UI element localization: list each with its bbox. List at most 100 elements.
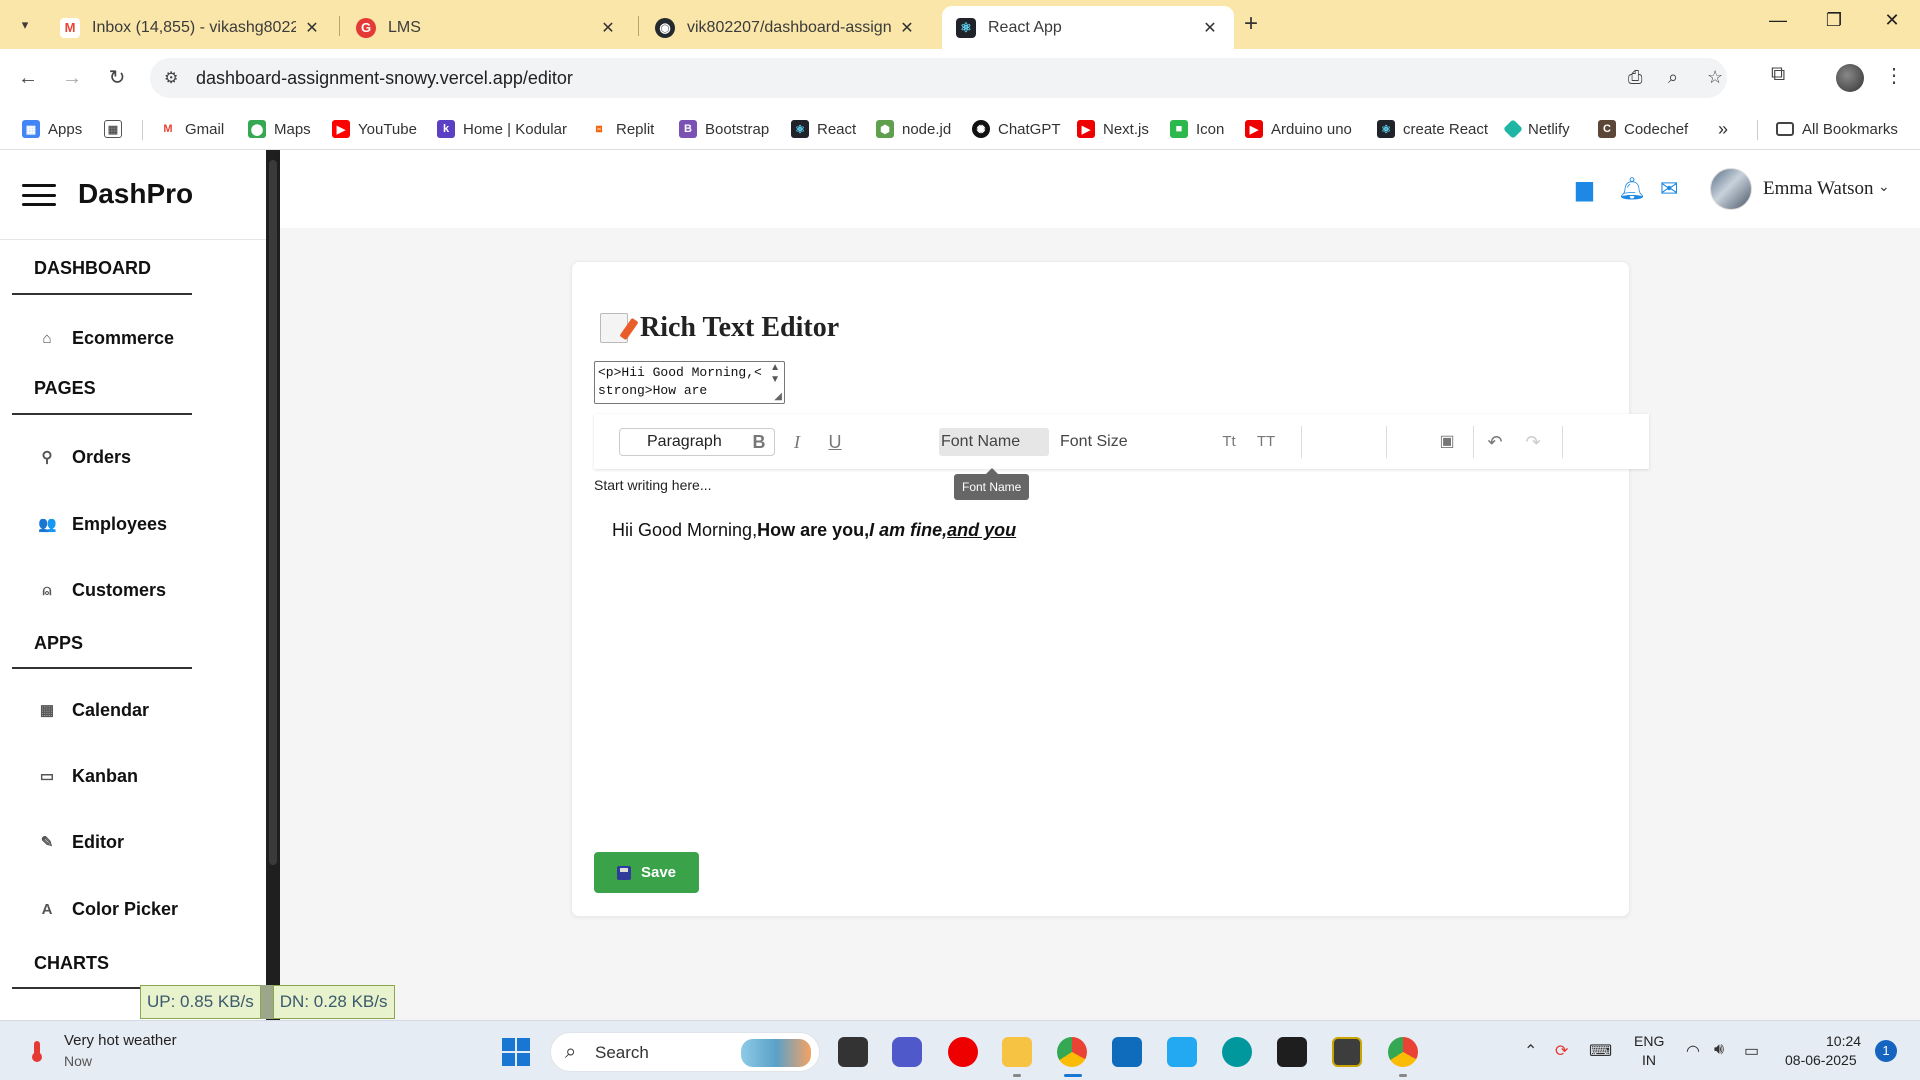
save-button[interactable]: Save xyxy=(594,852,699,893)
bookmark-netlify[interactable]: Netlify xyxy=(1503,116,1570,142)
file-explorer-icon[interactable] xyxy=(1002,1037,1032,1067)
font-size-select[interactable]: Font Size xyxy=(1060,428,1128,456)
hamburger-menu-icon[interactable] xyxy=(22,184,56,206)
address-bar[interactable]: ⚙ dashboard-assignment-snowy.vercel.app/… xyxy=(150,58,1727,98)
keyboard-icon[interactable]: ⌨ xyxy=(1589,1041,1612,1061)
taskbar-search[interactable]: ⌕ Search xyxy=(550,1032,820,1072)
weather-subtitle[interactable]: Now xyxy=(64,1053,92,1069)
sidebar-item-color-picker[interactable]: A Color Picker xyxy=(38,894,178,924)
scroll-down-icon[interactable]: ▼ xyxy=(770,374,780,385)
brand-logo[interactable]: DashPro xyxy=(78,178,193,210)
bold-icon[interactable]: B xyxy=(746,429,772,455)
tab-lms[interactable]: G LMS ✕ xyxy=(342,6,632,49)
bookmark-star-icon[interactable]: ☆ xyxy=(1707,67,1723,88)
language-region[interactable]: IN xyxy=(1642,1052,1656,1068)
new-tab-plus-icon[interactable]: + xyxy=(1244,10,1258,38)
chrome-icon[interactable] xyxy=(1057,1037,1087,1067)
undo-icon[interactable]: ↶ xyxy=(1482,429,1508,455)
bookmark-create-react[interactable]: ⚛ create React xyxy=(1377,116,1488,142)
tab-gmail[interactable]: M Inbox (14,855) - vikashg802207 ✕ xyxy=(46,6,336,49)
sidebar-item-calendar[interactable]: ▦ Calendar xyxy=(38,695,149,725)
scroll-up-icon[interactable]: ▲ xyxy=(770,362,780,373)
forward-arrow-icon[interactable]: → xyxy=(58,64,86,92)
more-bookmarks-chevron-icon[interactable]: » xyxy=(1718,116,1728,142)
arduino-icon[interactable] xyxy=(1222,1037,1252,1067)
battery-icon[interactable]: ▭ xyxy=(1744,1041,1759,1061)
clock-time[interactable]: 10:24 xyxy=(1826,1033,1861,1049)
bookmark-nodejs[interactable]: ⬢ node.jd xyxy=(876,116,951,142)
weather-title[interactable]: Very hot weather xyxy=(64,1032,177,1049)
figma-icon[interactable] xyxy=(1277,1037,1307,1067)
editor-content-area[interactable]: Hii Good Morning,How are you,I am fine,a… xyxy=(594,506,1624,686)
notification-count-badge[interactable]: 1 xyxy=(1875,1040,1897,1062)
cart-icon[interactable]: ▆ xyxy=(1576,176,1593,202)
bookmark-maps[interactable]: ⬤ Maps xyxy=(248,116,311,142)
resize-grip-icon[interactable]: ◢ xyxy=(774,391,782,402)
sidebar-item-orders[interactable]: ⚲ Orders xyxy=(38,442,132,472)
font-name-select[interactable]: Font Name xyxy=(939,428,1049,456)
restore-icon[interactable]: ❐ xyxy=(1814,10,1854,31)
underline-icon[interactable]: U xyxy=(822,429,848,455)
bookmark-kodular[interactable]: k Home | Kodular xyxy=(437,116,567,142)
sidebar-scrollbar-thumb[interactable] xyxy=(269,160,277,865)
site-settings-icon[interactable]: ⚙ xyxy=(164,68,178,88)
browser-profile-avatar[interactable] xyxy=(1836,64,1864,92)
back-arrow-icon[interactable]: ← xyxy=(14,64,42,92)
close-icon[interactable]: ✕ xyxy=(1200,18,1220,38)
redo-icon[interactable]: ↷ xyxy=(1520,429,1546,455)
chrome-profile-icon[interactable] xyxy=(1388,1037,1418,1067)
store-icon[interactable] xyxy=(1112,1037,1142,1067)
bookmark-apps[interactable]: ▦ Apps xyxy=(22,116,82,142)
teams-icon[interactable] xyxy=(892,1037,922,1067)
reload-icon[interactable]: ↻ xyxy=(103,64,131,92)
clock-date[interactable]: 08-06-2025 xyxy=(1785,1052,1857,1068)
bookmark-replit[interactable]: ⧈ Replit xyxy=(590,116,654,142)
sidebar-item-employees[interactable]: 👥 Employees xyxy=(38,509,167,539)
wifi-icon[interactable]: ◠ xyxy=(1686,1041,1700,1061)
bookmark-react[interactable]: ⚛ React xyxy=(791,116,856,142)
minimize-icon[interactable]: — xyxy=(1758,10,1798,31)
notification-bell-icon[interactable]: 🔔︎ xyxy=(1618,176,1646,202)
language-indicator[interactable]: ENG xyxy=(1634,1033,1664,1049)
volume-icon[interactable]: 🔊︎ xyxy=(1714,1041,1724,1059)
html-source-text[interactable]: <p>Hii Good Morning,<strong>How are xyxy=(598,364,766,400)
url-text[interactable]: dashboard-assignment-snowy.vercel.app/ed… xyxy=(196,68,573,89)
bookmark-arduino[interactable]: ▶ Arduino uno xyxy=(1245,116,1352,142)
italic-icon[interactable]: I xyxy=(784,429,810,455)
avatar[interactable] xyxy=(1710,168,1752,210)
extensions-icon[interactable]: ⧉ xyxy=(1771,63,1785,86)
close-icon[interactable]: ✕ xyxy=(302,18,322,38)
user-name[interactable]: Emma Watson xyxy=(1763,178,1874,200)
task-view-icon[interactable] xyxy=(838,1037,868,1067)
mail-icon[interactable]: ✉ xyxy=(1660,176,1678,202)
vscode-icon[interactable] xyxy=(1167,1037,1197,1067)
sidebar-item-customers[interactable]: ⍝ Customers xyxy=(38,575,166,605)
bookmark-youtube[interactable]: ▶ YouTube xyxy=(332,116,417,142)
close-icon[interactable]: ✕ xyxy=(598,18,618,38)
bookmark-chatgpt[interactable]: ✺ ChatGPT xyxy=(972,116,1061,142)
tab-github[interactable]: ◉ vik802207/dashboard-assignme ✕ xyxy=(641,6,931,49)
windows-start-icon[interactable] xyxy=(502,1038,530,1066)
app-icon[interactable] xyxy=(1332,1037,1362,1067)
browser-menu-icon[interactable]: ⋮ xyxy=(1884,63,1904,88)
html-source-textarea[interactable]: <p>Hii Good Morning,<strong>How are ▲ ▼ … xyxy=(594,361,785,404)
sync-icon[interactable]: ⟳ xyxy=(1555,1041,1568,1061)
bookmark-codechef[interactable]: C Codechef xyxy=(1598,116,1688,142)
chevron-down-icon[interactable]: ⌄ xyxy=(1878,178,1890,195)
chevron-up-icon[interactable]: ⌃ xyxy=(1524,1041,1537,1061)
sidebar-item-kanban[interactable]: ▭ Kanban xyxy=(38,761,138,791)
install-app-icon[interactable]: ⎙ xyxy=(1628,67,1642,88)
opera-icon[interactable] xyxy=(948,1037,978,1067)
bookmark-nextjs[interactable]: ▶ Next.js xyxy=(1077,116,1149,142)
bookmark-bootstrap[interactable]: B Bootstrap xyxy=(679,116,769,142)
close-icon[interactable]: ✕ xyxy=(897,18,917,38)
tab-react-app[interactable]: ⚛ React App ✕ xyxy=(942,6,1234,49)
bookmark-gmail[interactable]: M Gmail xyxy=(159,116,224,142)
zoom-icon[interactable]: ⌕ xyxy=(1668,67,1678,88)
text-case-icon[interactable]: TT xyxy=(1253,429,1279,455)
image-icon[interactable]: ▣ xyxy=(1434,429,1460,455)
strikethrough-icon[interactable]: Tt xyxy=(1216,429,1242,455)
bookmark-grid[interactable]: ▦ xyxy=(104,116,130,142)
window-close-icon[interactable]: ✕ xyxy=(1872,10,1912,31)
all-bookmarks[interactable]: All Bookmarks xyxy=(1776,116,1898,142)
